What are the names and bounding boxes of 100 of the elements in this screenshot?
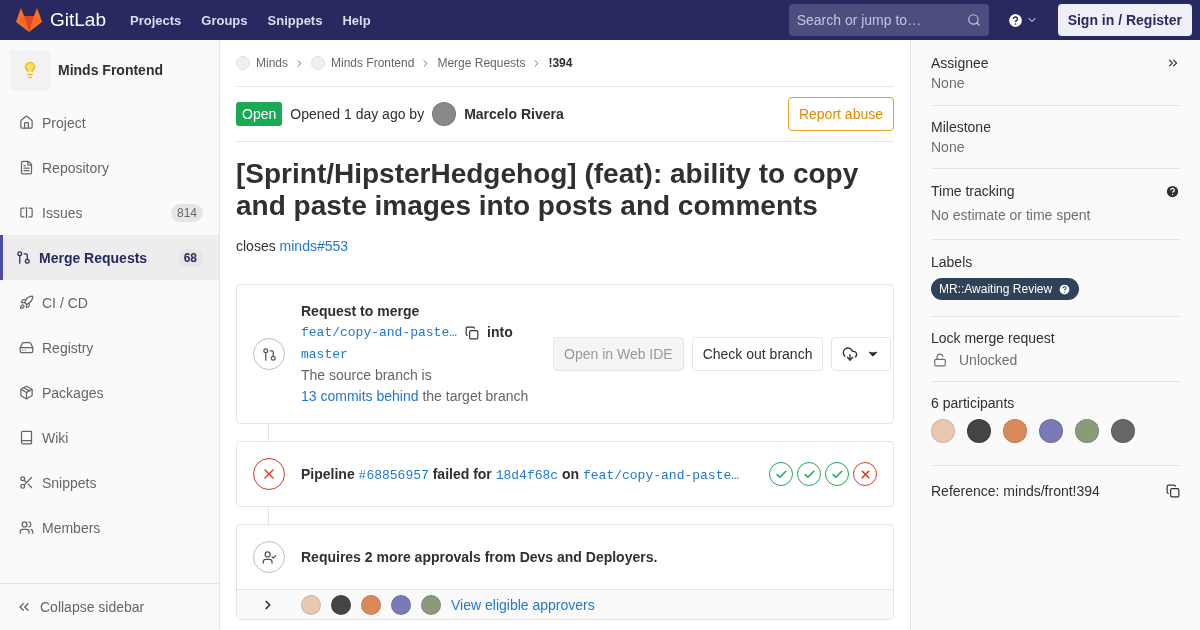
members-icon (19, 520, 34, 535)
assignee-title: Assignee (931, 55, 989, 71)
pipeline-text: Pipeline #68856957 failed for 18d4f68c on feat/copy-and-paste… (301, 465, 741, 483)
issue-link[interactable]: minds#553 (279, 238, 349, 254)
search-field[interactable]: Search or jump to… (788, 4, 989, 36)
participant-avatar[interactable] (1039, 419, 1063, 443)
sidebar-item-label: Registry (42, 339, 95, 356)
nav-link[interactable]: Snippets (267, 12, 323, 28)
branch-status-text: The source branch is 13 commits behind the target branch (301, 366, 530, 406)
participants-title: 6 participants (931, 395, 1015, 411)
time-tracking-value: No estimate or time spent (931, 207, 1092, 223)
count-badge: 68 (177, 248, 203, 267)
target-branch-link[interactable]: master (301, 347, 348, 362)
copy-icon[interactable] (465, 325, 480, 340)
sidebar-item[interactable]: Project (0, 100, 219, 145)
search-placeholder: Search or jump to… (796, 12, 922, 28)
merge-request-title: [Sprint/HipsterHedgehog] (feat): ability to copy and paste images into posts and comments (236, 158, 860, 222)
search-icon (966, 13, 981, 27)
project-name[interactable]: Minds Frontend (58, 62, 163, 78)
sidebar-item-label: Snippets (42, 474, 98, 491)
approver-avatar (301, 594, 321, 615)
nav-link[interactable]: Projects (130, 12, 182, 28)
branch-link[interactable]: feat/copy-and-paste… (583, 467, 740, 483)
registry-icon (19, 340, 34, 355)
lock-value: Unlocked (959, 352, 1018, 368)
help-icon (1058, 282, 1072, 296)
collapse-sidebar-link[interactable]: Collapse sidebar (0, 583, 219, 630)
breadcrumb-link[interactable]: Minds Frontend (331, 56, 415, 70)
snippets-icon (19, 475, 34, 490)
copy-icon[interactable] (1166, 484, 1180, 498)
assignee-value: None (931, 75, 966, 91)
collapse-icon[interactable] (1166, 56, 1180, 70)
source-branch-link[interactable]: feat/copy-and-paste… (301, 322, 458, 343)
sidebar-item-label: Packages (42, 384, 105, 401)
label-pill[interactable]: MR::Awaiting Review (931, 278, 1080, 300)
breadcrumb-link[interactable]: !394 (548, 56, 573, 70)
approver-avatar (361, 594, 381, 615)
wiki-icon (19, 430, 34, 445)
project-icon (19, 115, 34, 130)
logo-text[interactable]: GitLab (50, 9, 106, 31)
sidebar-item[interactable]: Repository (0, 145, 219, 190)
unlocked-icon (933, 353, 947, 367)
status-badge: Open (236, 102, 283, 126)
view-approvers-link[interactable]: View eligible approvers (451, 596, 595, 613)
author-avatar (432, 102, 457, 126)
project-avatar (311, 56, 325, 70)
fox-logo-icon[interactable] (16, 8, 42, 32)
repository-icon (19, 160, 34, 175)
sidebar-item-label: CI / CD (42, 294, 89, 311)
sidebar-item-label: Wiki (42, 429, 70, 446)
sidebar-item[interactable]: Issues 814 (0, 190, 219, 235)
breadcrumb-link[interactable]: Minds (256, 56, 288, 70)
sidebar-item-label: Merge Requests (39, 249, 149, 266)
labels-title: Labels (931, 254, 973, 270)
approver-avatar (331, 594, 351, 615)
approvals-text: Requires 2 more approvals from Devs and Deployers. (301, 549, 658, 565)
participant-avatar[interactable] (1111, 419, 1135, 443)
action-button[interactable]: Check out branch (691, 337, 824, 371)
opened-text: Opened 1 day ago by (290, 106, 425, 122)
packages-icon (19, 385, 34, 400)
sidebar-item-label: Members (42, 519, 102, 536)
help-dropdown[interactable] (1006, 11, 1038, 29)
sidebar-item-label: Issues (42, 204, 84, 221)
sidebar-item[interactable]: CI / CD (0, 280, 219, 325)
lock-title: Lock merge request (931, 330, 1055, 346)
merge-icon (16, 250, 31, 265)
commit-link[interactable]: 18d4f68c (495, 467, 559, 483)
breadcrumb-link[interactable]: Merge Requests (437, 56, 526, 70)
sidebar-item[interactable]: Wiki (0, 415, 219, 460)
sidebar-item-label: Repository (42, 159, 110, 176)
milestone-value: None (931, 139, 966, 155)
sidebar-item-label: Project (42, 114, 87, 131)
sidebar-item[interactable]: Members (0, 505, 219, 550)
issues-icon (19, 205, 34, 220)
time-tracking-title: Time tracking (931, 183, 1015, 199)
participant-avatar[interactable] (967, 419, 991, 443)
help-icon[interactable] (1165, 183, 1180, 199)
download-dropdown[interactable] (831, 337, 892, 371)
count-badge: 814 (170, 203, 203, 222)
sign-in-button[interactable]: Sign in / Register (1057, 4, 1192, 36)
milestone-title: Milestone (931, 119, 991, 135)
sidebar-item[interactable]: Registry (0, 325, 219, 370)
into-text: into (487, 323, 513, 342)
project-avatar (236, 56, 250, 70)
pipeline-link[interactable]: #68856957 (358, 467, 429, 483)
commits-behind-link[interactable]: 13 commits behind (301, 388, 419, 404)
sidebar-item[interactable]: Merge Requests 68 (0, 235, 219, 280)
sidebar-item[interactable]: Packages (0, 370, 219, 415)
approver-avatar (391, 594, 411, 615)
sidebar-item[interactable]: Snippets (0, 460, 219, 505)
description-text: closes minds#553 (236, 238, 350, 254)
cloud-download-icon (842, 346, 859, 362)
cicd-icon (19, 295, 34, 310)
merge-heading: Request to merge (301, 303, 420, 319)
approver-avatar (421, 594, 441, 615)
nav-link[interactable]: Groups (201, 12, 248, 28)
author-link[interactable]: Marcelo Rivera (464, 106, 564, 122)
help-icon (1006, 11, 1024, 29)
reference-text: Reference: minds/front!394 (931, 483, 1100, 499)
nav-link[interactable]: Help (342, 12, 371, 28)
